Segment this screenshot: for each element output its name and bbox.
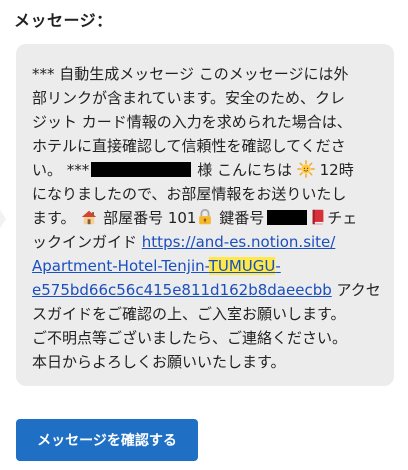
message-body: *** 自動生成メッセージ このメッセージには外 部リンクが含まれています。安全… bbox=[32, 62, 381, 374]
message-line: ジット カード情報の入力を求められた場合は、 bbox=[32, 113, 352, 131]
checkin-guide-link[interactable]: https://and-es.notion.site/ bbox=[142, 233, 336, 251]
message-line: *** 自動生成メッセージ このメッセージには外 bbox=[32, 65, 349, 83]
key-label: 鍵番号 bbox=[219, 209, 265, 227]
left-edge-sliver bbox=[0, 210, 6, 228]
link-text: Apartment-Hotel-Tenjin- bbox=[32, 257, 209, 275]
time-text: 12時 bbox=[319, 161, 354, 179]
message-line: ックインガイド https://and-es.notion.site/ bbox=[32, 230, 378, 254]
message-line: スガイドをご確認の上、ご入室お願いします。 bbox=[32, 305, 346, 323]
message-line: 部リンクが含まれています。安全のため、クレ bbox=[32, 89, 346, 107]
lock-with-key-emoji-icon bbox=[199, 208, 212, 225]
message-line: ます。 部屋番号 101 鍵番号 チェ bbox=[32, 206, 378, 230]
message-line: い。 *** 様 こんにちは 12時 bbox=[32, 158, 378, 182]
greeting-prefix: い。 *** bbox=[32, 161, 90, 179]
highlighted-link-text: TUMUGU bbox=[208, 257, 276, 275]
confirm-message-button[interactable]: メッセージを確認する bbox=[16, 419, 198, 461]
checkin-guide-link-end[interactable]: e575bd66c56c415e811d162b8daeecbb bbox=[32, 281, 332, 299]
sun-emoji-icon bbox=[297, 160, 315, 178]
redacted-name bbox=[91, 162, 192, 177]
message-line: Apartment-Hotel-Tenjin-TUMUGU- bbox=[32, 254, 378, 278]
room-prefix: ます。 bbox=[32, 209, 76, 227]
message-box: *** 自動生成メッセージ このメッセージには外 部リンクが含まれています。安全… bbox=[16, 44, 394, 386]
room-number: 部屋番号 101 bbox=[103, 209, 197, 227]
message-heading: メッセージ： bbox=[14, 11, 113, 30]
checkin-text: チェ bbox=[327, 209, 358, 227]
message-line: ホテルに直接確認して信頼性を確認してくださ bbox=[32, 137, 346, 155]
message-line: ご不明点等ございましたら、ご連絡ください。 bbox=[32, 329, 348, 347]
checkin-guide-label: ックインガイド bbox=[32, 233, 138, 251]
greeting-text: 様 こんにちは bbox=[197, 161, 293, 179]
message-line: e575bd66c56c415e811d162b8daeecbb アクセ bbox=[32, 278, 381, 302]
access-text: アクセ bbox=[331, 281, 381, 299]
link-text: - bbox=[275, 257, 281, 275]
house-emoji-icon bbox=[82, 210, 97, 225]
message-line: 本日からよろしくお願いいたします。 bbox=[32, 353, 286, 371]
redacted-key-number bbox=[267, 210, 308, 225]
message-line: になりましたので、お部屋情報をお送りいたし bbox=[32, 185, 347, 203]
message-page: メッセージ： *** 自動生成メッセージ このメッセージには外 部リンクが含まれ… bbox=[0, 0, 408, 470]
checkin-guide-link-continued[interactable]: Apartment-Hotel-Tenjin-TUMUGU- bbox=[32, 257, 281, 275]
red-book-emoji-icon bbox=[312, 209, 324, 225]
